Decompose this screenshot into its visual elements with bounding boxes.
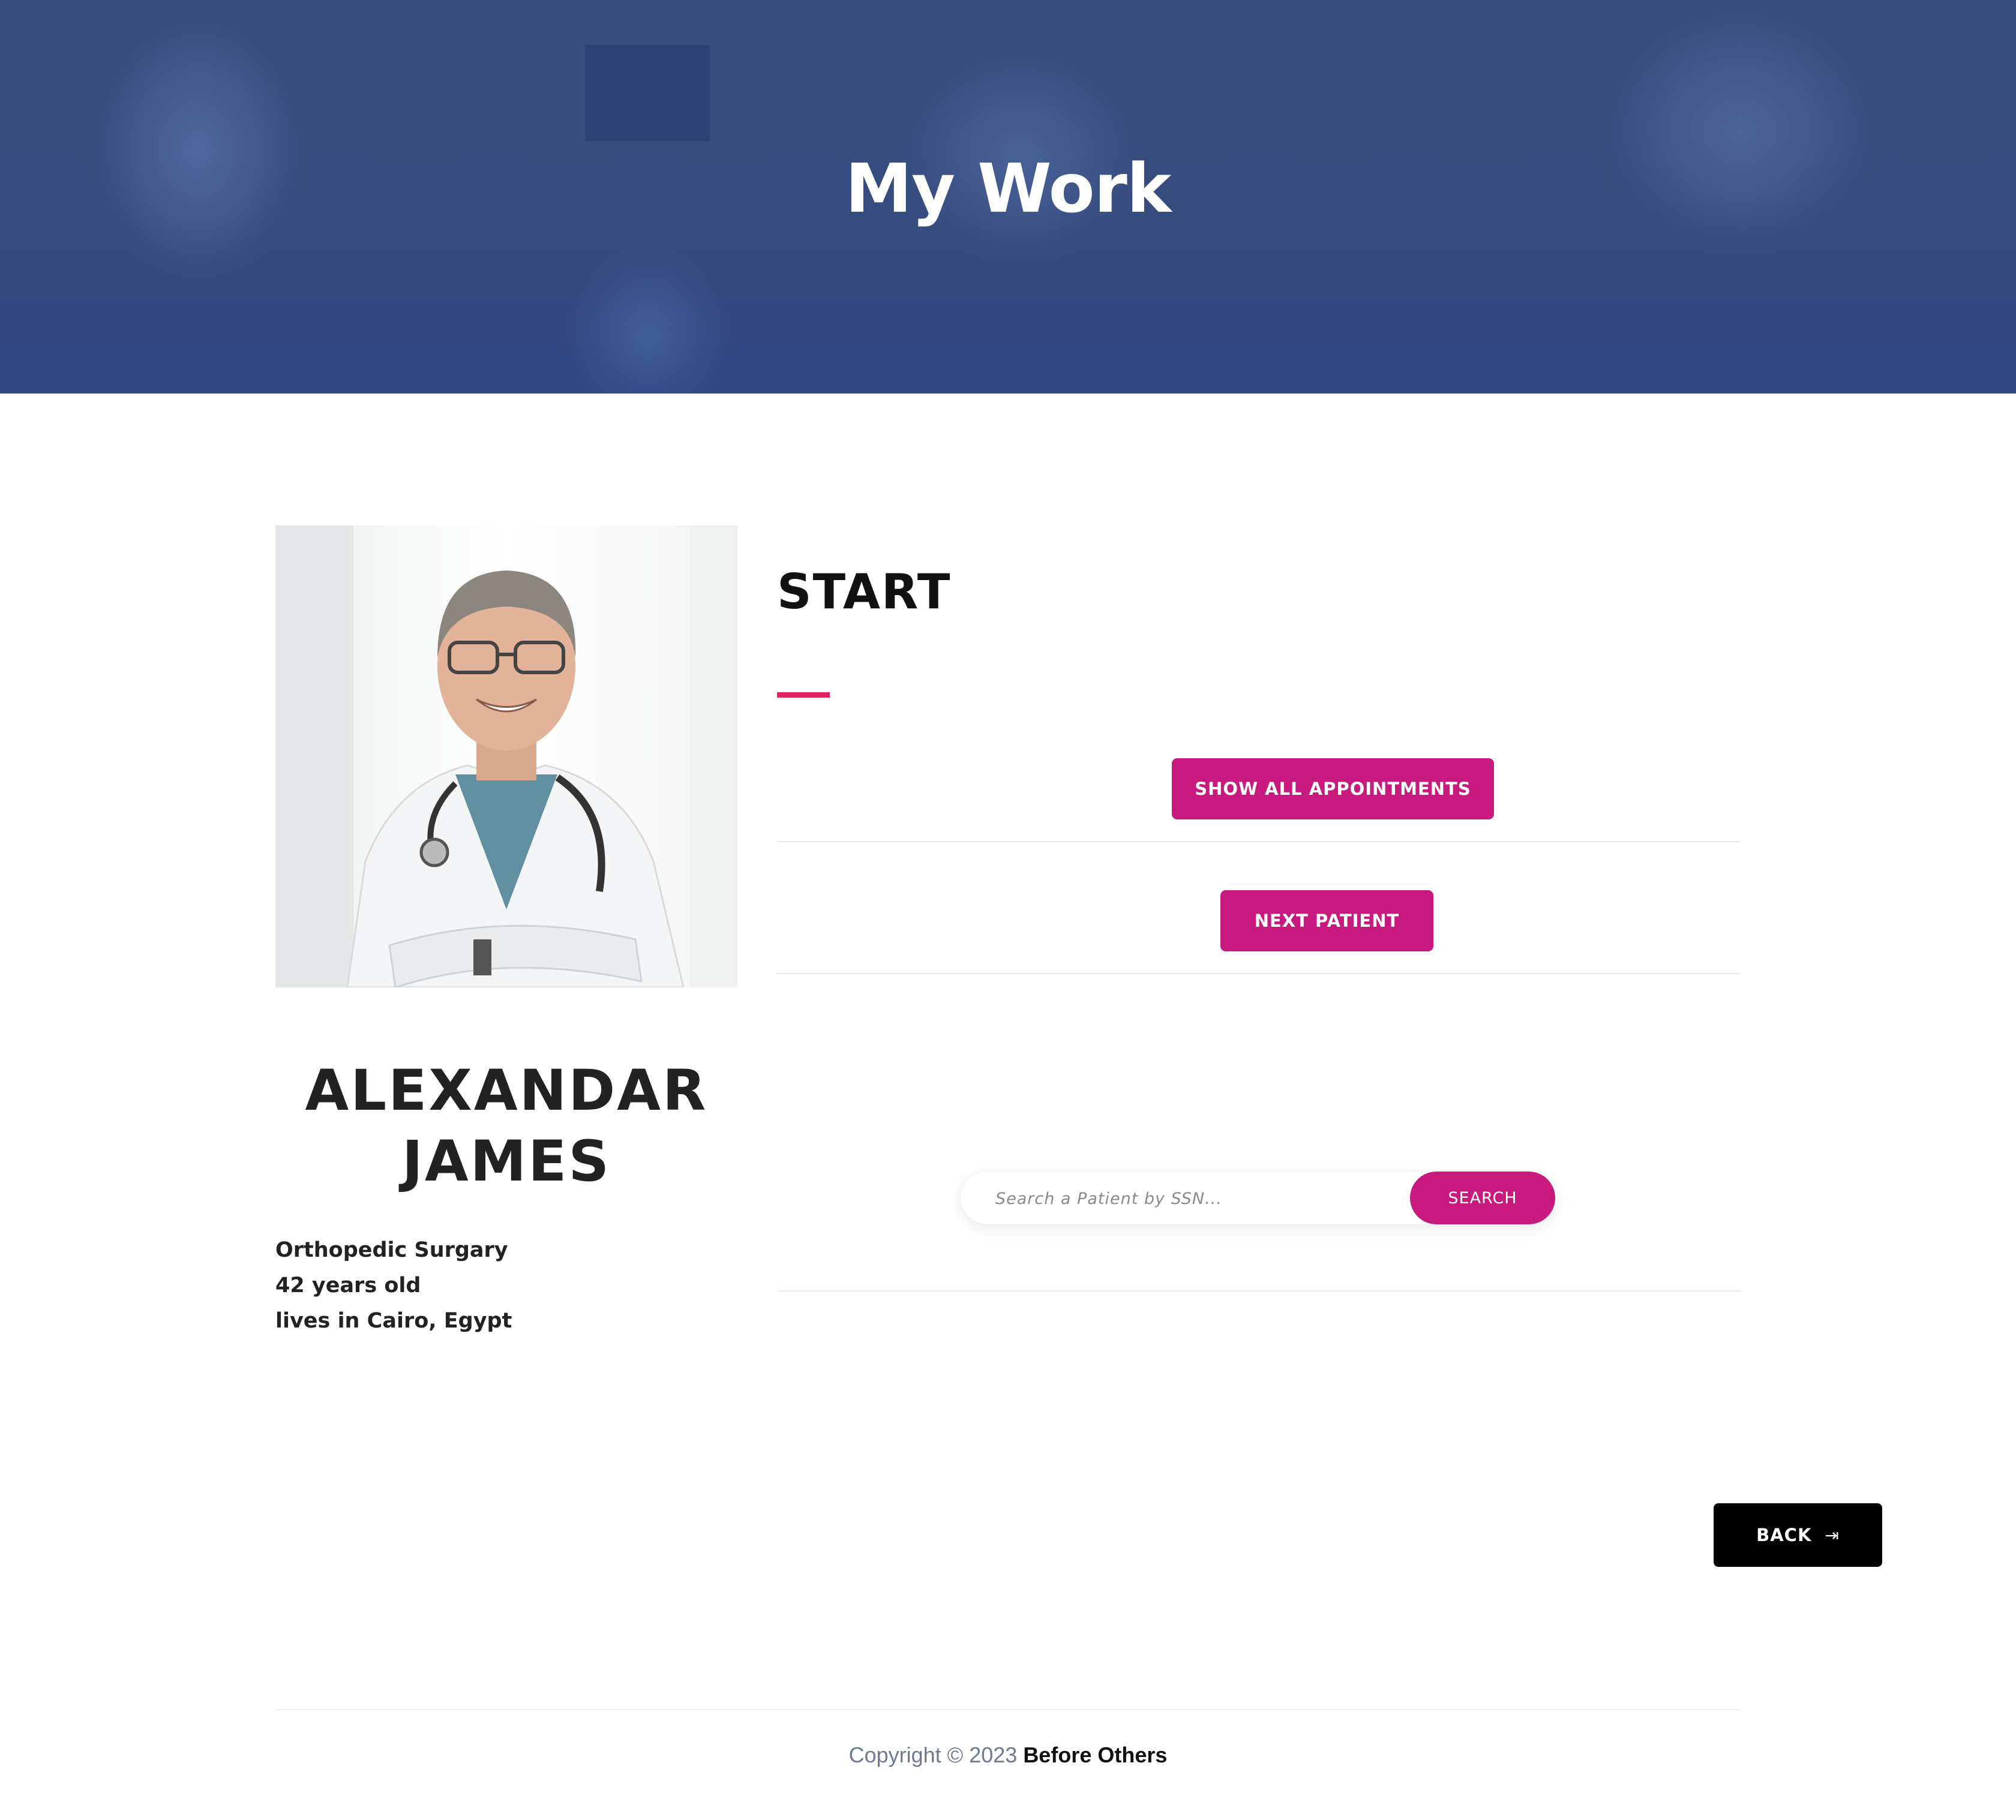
- patient-search-form: SEARCH: [961, 1172, 1555, 1226]
- title-underline: [777, 692, 830, 698]
- copyright-text: Copyright © 2023: [848, 1743, 1018, 1767]
- doctor-portrait-illustration: [275, 525, 737, 987]
- show-all-appointments-button[interactable]: SHOW ALL APPOINTMENTS: [1172, 758, 1494, 819]
- doctor-photo: [275, 525, 737, 987]
- doctor-specialty: Orthopedic Surgary: [275, 1238, 508, 1262]
- doctor-name: ALEXANDAR JAMES: [275, 1056, 737, 1197]
- doctor-location: lives in Cairo, Egypt: [275, 1309, 512, 1333]
- search-button[interactable]: SEARCH: [1410, 1172, 1555, 1224]
- doctor-last-name: JAMES: [401, 1129, 611, 1194]
- back-button-label: BACK: [1756, 1525, 1812, 1545]
- doctor-first-name: ALEXANDAR: [305, 1058, 708, 1124]
- footer-divider: [275, 1709, 1741, 1710]
- page-title: My Work: [845, 150, 1172, 228]
- brand-name: Before Others: [1023, 1743, 1168, 1767]
- divider: [777, 841, 1741, 842]
- doctor-details: Orthopedic Surgary 42 years old lives in…: [275, 1233, 512, 1339]
- footer-copyright: Copyright © 2023 Before Others: [0, 1743, 2016, 1768]
- divider: [777, 973, 1741, 974]
- back-button[interactable]: BACK ⇥: [1714, 1503, 1882, 1567]
- next-patient-button[interactable]: NEXT PATIENT: [1220, 890, 1433, 951]
- hero-background-detail: [585, 45, 710, 141]
- hero-banner: My Work: [0, 0, 2016, 394]
- patient-ssn-search-input[interactable]: [994, 1172, 1393, 1226]
- section-title: START: [777, 564, 952, 620]
- divider: [777, 1290, 1741, 1292]
- doctor-age: 42 years old: [275, 1274, 421, 1298]
- exit-arrow-icon: ⇥: [1825, 1525, 1840, 1545]
